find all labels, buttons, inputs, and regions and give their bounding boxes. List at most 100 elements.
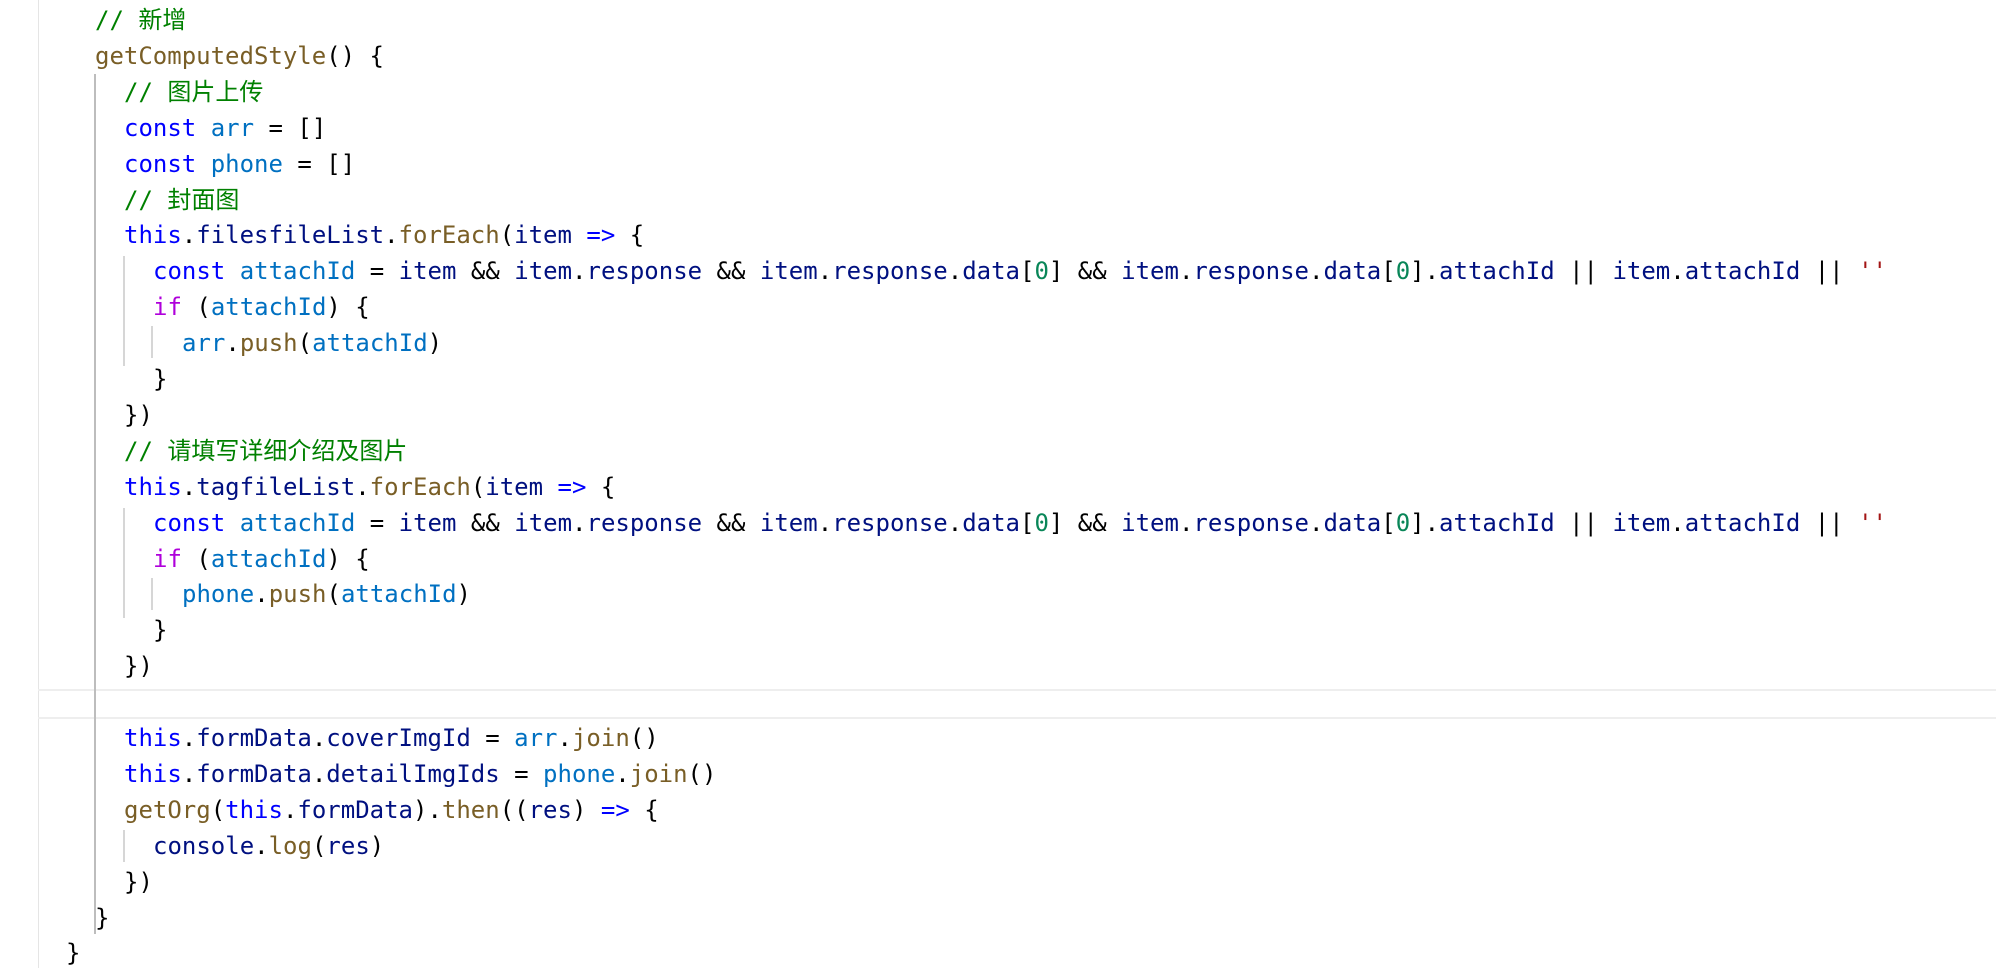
code-line[interactable]: if (attachId) {	[153, 541, 370, 577]
code-token: .	[1670, 508, 1685, 537]
code-line[interactable]: const arr = []	[124, 110, 326, 146]
code-token: .	[225, 329, 240, 358]
code-token: if	[153, 544, 182, 573]
code-token: data	[962, 508, 1020, 537]
code-line[interactable]: this.formData.coverImgId = arr.join()	[124, 720, 659, 756]
code-token: attachId	[210, 293, 327, 322]
code-token: this	[225, 795, 283, 824]
code-line[interactable]: this.formData.detailImgIds = phone.join(…	[124, 756, 716, 792]
code-line[interactable]: // 请填写详细介绍及图片	[124, 433, 407, 469]
code-line[interactable]: })	[124, 648, 153, 684]
code-token: }	[95, 903, 110, 932]
code-token: phone	[543, 759, 616, 788]
code-token: response	[586, 257, 703, 286]
code-token: phone	[182, 580, 255, 609]
code-token: console	[153, 831, 255, 860]
code-line[interactable]: this.filesfileList.forEach(item => {	[124, 217, 644, 253]
code-token: response	[586, 508, 703, 537]
code-token: &&	[456, 508, 515, 537]
indent-guide-foreach-1	[123, 256, 125, 366]
code-token: (	[210, 795, 226, 824]
code-token: tagfileList	[196, 472, 356, 501]
code-token: .	[1670, 257, 1685, 286]
code-token: &&	[702, 508, 760, 537]
code-line[interactable]: }	[66, 935, 80, 971]
code-token: attachId	[210, 544, 327, 573]
code-token: [	[1019, 508, 1035, 537]
code-line[interactable]: }	[95, 900, 109, 936]
code-token: // 图片上传	[124, 77, 264, 106]
code-line[interactable]: })	[124, 864, 153, 900]
code-token: log	[268, 831, 312, 860]
code-token: const	[153, 257, 240, 286]
code-token: const	[124, 149, 211, 178]
code-token: ()	[629, 724, 659, 752]
code-token: ].	[1410, 508, 1440, 537]
code-token: ) {	[326, 293, 370, 322]
code-token: 0	[1034, 508, 1049, 537]
code-token: .	[181, 724, 197, 752]
code-line[interactable]: // 封面图	[124, 182, 239, 218]
code-token: (	[499, 221, 515, 250]
code-token: .	[311, 759, 327, 788]
code-token: item	[1612, 257, 1671, 286]
code-token: formData	[297, 795, 413, 824]
code-token: .	[282, 795, 298, 824]
code-token: .	[1178, 257, 1194, 286]
code-token: (	[470, 472, 486, 501]
code-token: ) {	[326, 544, 370, 573]
code-token: response	[832, 508, 948, 537]
code-token: {	[586, 472, 616, 501]
code-line[interactable]: // 新增	[95, 2, 186, 38]
code-token: arr	[210, 113, 255, 142]
indent-guide-if-1	[151, 326, 153, 358]
code-token: item	[1612, 508, 1671, 537]
code-token: =	[355, 257, 399, 286]
code-line[interactable]: getOrg(this.formData).then((res) => {	[124, 792, 659, 828]
code-line[interactable]: }	[153, 612, 167, 648]
code-editor[interactable]: // 新增 getComputedStyle() { // 图片上传 const ar…	[0, 0, 1996, 968]
code-line[interactable]: phone.push(attachId)	[182, 576, 471, 612]
code-line[interactable]: const phone = []	[124, 146, 355, 182]
code-token: this	[124, 472, 182, 501]
code-token: item	[514, 257, 573, 286]
code-line[interactable]: if (attachId) {	[153, 289, 370, 325]
code-line[interactable]: }	[153, 361, 167, 397]
code-token: item	[514, 221, 572, 250]
code-token: })	[124, 867, 153, 896]
code-token: attachId	[1439, 257, 1555, 286]
code-line[interactable]: this.tagfileList.forEach(item => {	[124, 469, 615, 505]
code-token: response	[1193, 257, 1309, 286]
code-token: .	[181, 472, 197, 501]
code-token: ((	[499, 795, 529, 824]
code-token: phone	[210, 149, 283, 178]
code-token: .	[817, 508, 833, 537]
code-token: [	[1019, 257, 1035, 286]
code-line[interactable]: })	[124, 397, 153, 433]
code-token: .	[817, 257, 833, 286]
code-token: filesfileList	[196, 221, 385, 250]
code-token: attachId	[1684, 257, 1801, 286]
code-line[interactable]: getComputedStyle() {	[95, 38, 384, 74]
code-token: .	[947, 257, 963, 286]
indent-guide-foreach-2	[123, 508, 125, 618]
code-line[interactable]: const attachId = item && item.response &…	[153, 505, 1887, 541]
code-line[interactable]: console.log(res)	[153, 828, 384, 864]
code-token: [	[1381, 508, 1396, 537]
code-token: ''	[1858, 508, 1887, 537]
code-line[interactable]: // 图片上传	[124, 74, 263, 110]
code-token: arr	[182, 329, 226, 358]
code-token: .	[254, 580, 269, 609]
code-line[interactable]: arr.push(attachId)	[182, 325, 442, 361]
code-token: .	[254, 831, 269, 860]
code-line[interactable]: const attachId = item && item.response &…	[153, 253, 1887, 289]
code-token: ||	[1554, 257, 1613, 286]
code-token: formData	[196, 759, 312, 788]
code-token: =	[470, 724, 515, 752]
code-token: item	[485, 472, 544, 501]
code-token: )	[571, 795, 601, 824]
code-token: )	[369, 831, 385, 860]
code-token: =>	[571, 221, 616, 250]
code-token: forEach	[398, 221, 500, 250]
code-token: .	[1308, 508, 1324, 537]
